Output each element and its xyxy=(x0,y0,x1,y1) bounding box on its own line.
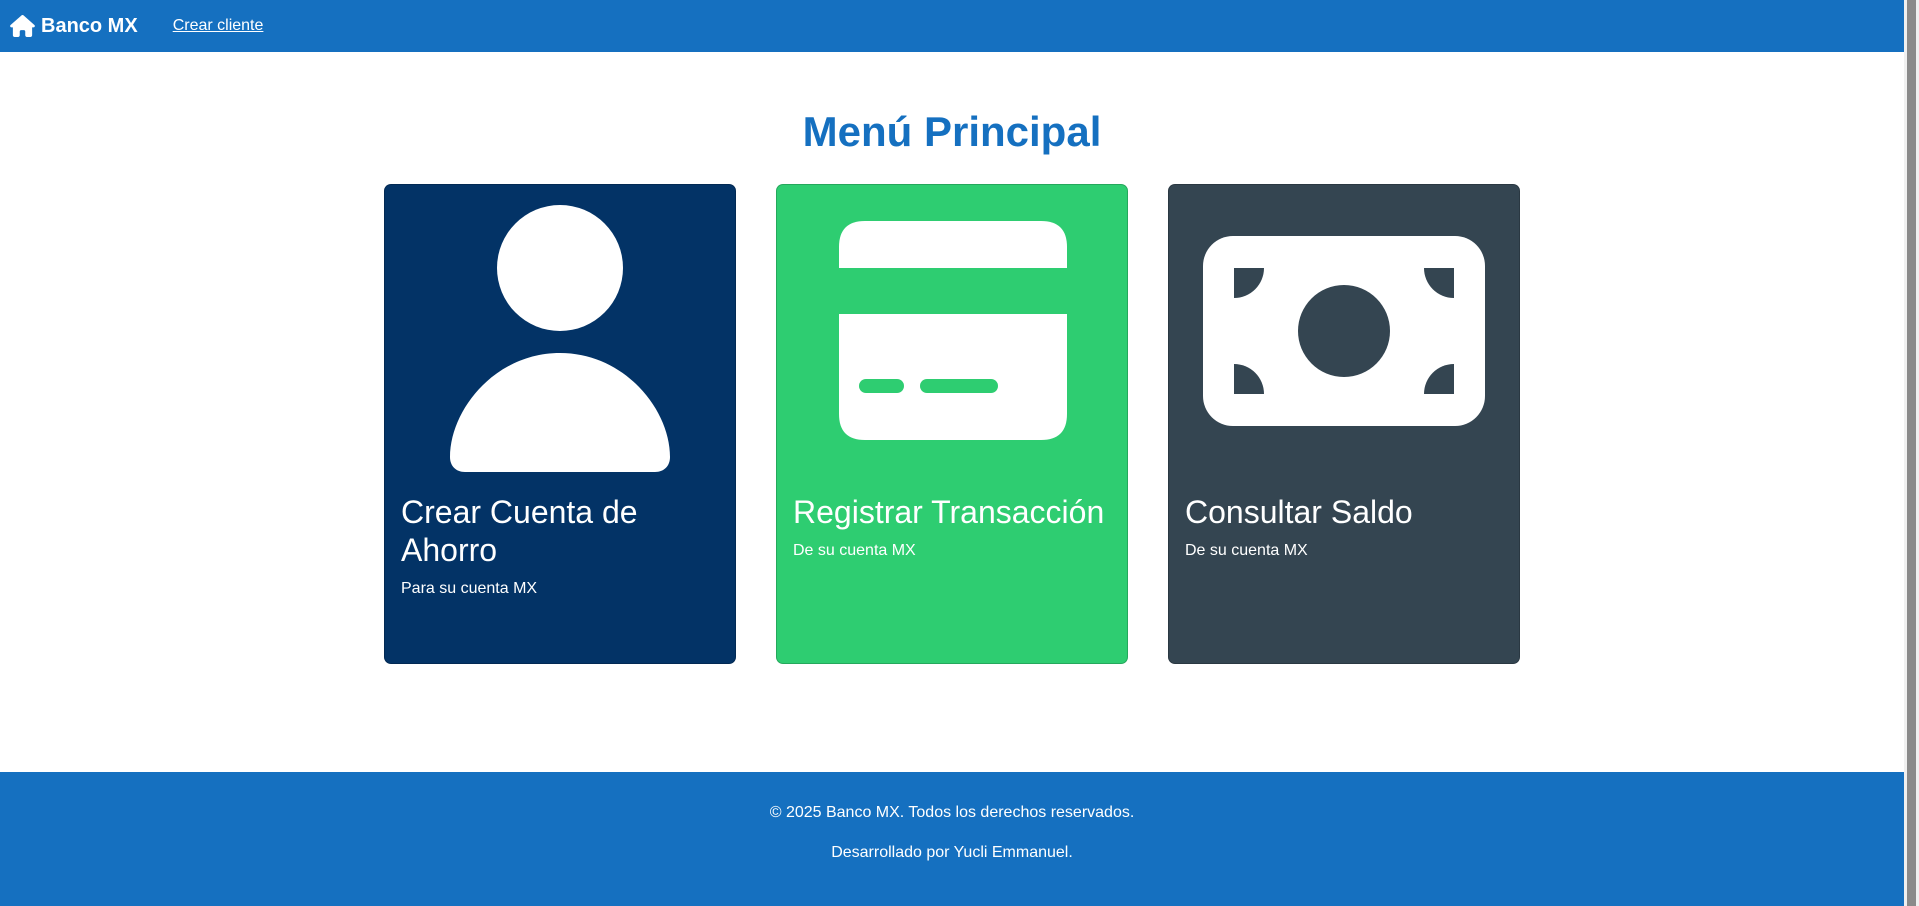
brand-link[interactable]: Banco MX xyxy=(10,15,138,38)
credit-card-icon xyxy=(777,185,1129,485)
navbar: Banco MX Crear cliente xyxy=(0,0,1904,52)
card-title: Consultar Saldo xyxy=(1185,494,1413,530)
nav-link-crear-cliente[interactable]: Crear cliente xyxy=(173,17,264,35)
card-title: Crear Cuenta de Ahorro xyxy=(401,494,638,568)
brand-name: Banco MX xyxy=(41,14,138,37)
footer-copyright: © 2025 Banco MX. Todos los derechos rese… xyxy=(769,804,1135,821)
card-consultar-saldo[interactable]: Consultar Saldo De su cuenta MX xyxy=(1168,184,1520,664)
page: Banco MX Crear cliente Menú Principal Cr… xyxy=(0,0,1904,906)
card-title: Registrar Transacción xyxy=(793,494,1105,530)
card-text: De su cuenta MX xyxy=(1185,542,1308,559)
home-icon xyxy=(10,15,35,37)
footer-credit: Desarrollado por Yucli Emmanuel. xyxy=(831,844,1073,861)
card-registrar-transaccion[interactable]: Registrar Transacción De su cuenta MX xyxy=(776,184,1128,664)
person-icon xyxy=(385,185,737,485)
cash-icon xyxy=(1169,185,1521,485)
page-title: Menú Principal xyxy=(802,108,1102,155)
card-text: Para su cuenta MX xyxy=(401,580,538,597)
scrollbar-thumb[interactable] xyxy=(1907,0,1916,906)
card-text: De su cuenta MX xyxy=(793,542,916,559)
card-crear-cuenta-ahorro[interactable]: Crear Cuenta de Ahorro Para su cuenta MX xyxy=(384,184,736,664)
footer: © 2025 Banco MX. Todos los derechos rese… xyxy=(0,772,1904,906)
vertical-scrollbar[interactable] xyxy=(1904,0,1919,906)
